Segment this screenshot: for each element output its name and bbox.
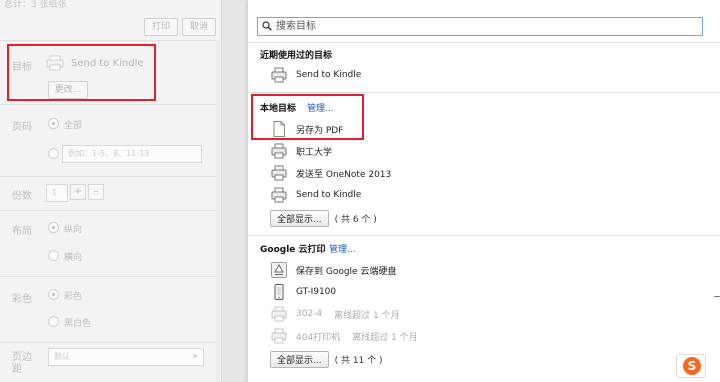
pages-all-radio[interactable] <box>48 118 59 129</box>
destination-item[interactable]: Send to Kindle <box>270 185 670 205</box>
divider <box>714 296 720 297</box>
printer-icon <box>271 165 287 181</box>
destination-label: 404打印机 <box>296 332 341 343</box>
destination-item[interactable]: 保存到 Google 云端硬盘 <box>270 260 670 280</box>
color-color-label: 彩色 <box>64 292 83 302</box>
destination-item[interactable]: 302-4 离线超过 1 个月 <box>270 304 670 324</box>
color-label: 彩色 <box>12 294 32 305</box>
color-color-radio[interactable] <box>48 289 59 300</box>
destination-item[interactable]: GT-I9100 <box>270 282 670 302</box>
search-box[interactable] <box>257 17 703 36</box>
color-bw-radio[interactable] <box>48 316 59 327</box>
pages-all-label: 全部 <box>64 121 83 131</box>
destination-label: GT-I9100 <box>296 287 337 297</box>
ime-logo-icon: S <box>683 357 701 375</box>
destination-label: Send to Kindle <box>296 70 362 80</box>
offline-status: 离线超过 1 个月 <box>352 332 418 343</box>
offline-status: 离线超过 1 个月 <box>334 310 400 321</box>
copies-plus-button[interactable]: + <box>70 184 86 200</box>
margins-select-value: 默认 <box>54 352 70 361</box>
print-button[interactable]: 打印 <box>144 18 178 36</box>
margins-select[interactable]: 默认 ▾ <box>48 348 204 366</box>
printer-icon <box>271 328 287 344</box>
margins-label: 页边距 <box>12 352 32 375</box>
cloud-count: ( 共 11 个 ) <box>334 356 383 366</box>
recent-destinations-heading: 近期使用过的目标 <box>260 51 333 61</box>
color-bw-label: 黑白色 <box>64 319 92 329</box>
destination-label: 保存到 Google 云端硬盘 <box>296 266 397 277</box>
cloud-show-all-button[interactable]: 全部显示... <box>270 351 329 368</box>
copies-minus-button[interactable]: – <box>88 184 104 200</box>
printer-icon <box>271 187 287 203</box>
chevron-down-icon: ▾ <box>192 352 197 361</box>
copies-label: 份数 <box>12 191 32 202</box>
pages-label: 页码 <box>12 122 32 133</box>
destination-item[interactable]: 职工大学 <box>270 141 670 161</box>
layout-label: 布局 <box>12 226 32 237</box>
left-scrollbar[interactable] <box>214 40 222 382</box>
cloud-manage-link[interactable]: 管理... <box>329 242 356 255</box>
ime-toolbar[interactable]: S <box>676 354 706 378</box>
local-show-all-button[interactable]: 全部显示... <box>270 210 329 227</box>
cloud-show-all: 全部显示... ( 共 11 个 ) <box>270 351 383 368</box>
search-icon <box>262 21 272 31</box>
layout-portrait-radio[interactable] <box>48 222 59 233</box>
phone-icon <box>274 284 284 300</box>
total-sheets-text: 总计：3 张纸张 <box>4 0 67 10</box>
copies-input[interactable]: 1 <box>46 184 68 202</box>
destination-item[interactable]: Send to Kindle <box>270 65 670 85</box>
layout-landscape-label: 横向 <box>64 253 83 263</box>
search-input[interactable] <box>276 19 696 34</box>
destination-item[interactable]: 发送至 OneNote 2013 <box>270 163 670 183</box>
printer-icon <box>271 306 287 322</box>
layout-portrait-label: 纵向 <box>64 225 83 235</box>
local-destination-highlight-box <box>251 94 364 140</box>
destination-item[interactable]: 404打印机 离线超过 1 个月 <box>270 326 670 346</box>
printer-icon <box>271 143 287 159</box>
destination-label: 发送至 OneNote 2013 <box>296 169 392 180</box>
pages-custom-radio[interactable] <box>48 148 59 159</box>
destination-highlight-box <box>7 44 156 101</box>
local-count: ( 共 6 个 ) <box>334 215 377 225</box>
layout-landscape-radio[interactable] <box>48 250 59 261</box>
destination-label: Send to Kindle <box>296 190 362 200</box>
pages-custom-input[interactable]: 例如：1-5、8、11-13 <box>62 145 202 163</box>
cancel-button[interactable]: 取消 <box>182 18 216 36</box>
cloud-print-heading: Google 云打印 <box>260 245 326 255</box>
local-show-all: 全部显示... ( 共 6 个 ) <box>270 210 377 227</box>
drive-icon <box>271 262 287 278</box>
destination-label: 职工大学 <box>296 147 333 158</box>
destination-picker: 近期使用过的目标 Send to Kindle 本地目标 管理... 另存为 P… <box>248 0 720 382</box>
destination-label: 302-4 <box>296 309 323 319</box>
printer-icon <box>271 67 287 83</box>
